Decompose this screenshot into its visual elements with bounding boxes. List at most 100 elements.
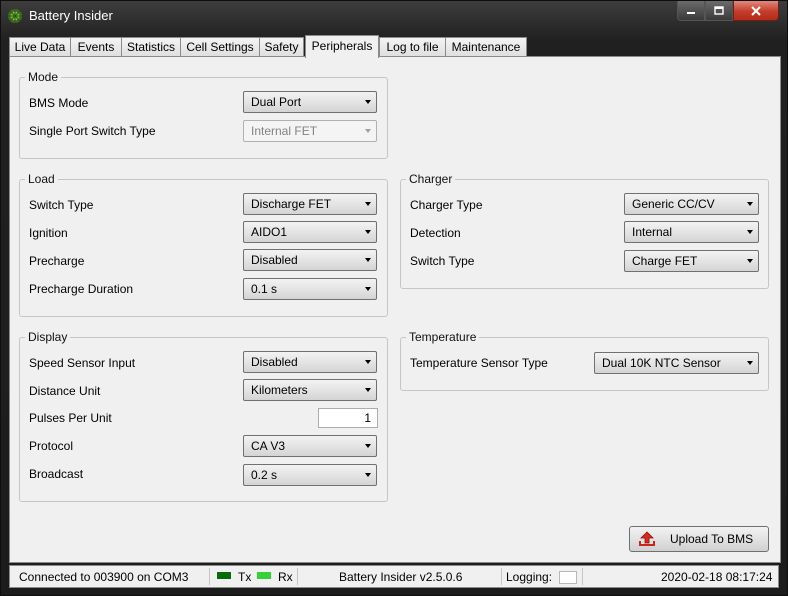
maximize-button[interactable] <box>705 1 733 21</box>
protocol-label: Protocol <box>29 439 74 453</box>
precharge-duration-value: 0.1 s <box>251 282 278 296</box>
chevron-down-icon <box>365 473 371 477</box>
chevron-down-icon <box>365 287 371 291</box>
ignition-dropdown[interactable]: AIDO1 <box>243 221 377 243</box>
speed-sensor-input-dropdown[interactable]: Disabled <box>243 351 377 373</box>
tab-safety[interactable]: Safety <box>259 37 304 57</box>
status-separator <box>297 568 298 585</box>
chevron-down-icon <box>365 129 371 133</box>
tx-label: Tx <box>238 570 252 584</box>
bms-mode-label: BMS Mode <box>29 96 89 110</box>
chevron-down-icon <box>365 360 371 364</box>
chevron-down-icon <box>747 361 753 365</box>
display-legend: Display <box>28 330 68 344</box>
ignition-label: Ignition <box>29 226 68 240</box>
chevron-down-icon <box>365 444 371 448</box>
pulses-per-unit-label: Pulses Per Unit <box>29 411 112 425</box>
window-title: Battery Insider <box>29 8 113 23</box>
precharge-label: Precharge <box>29 254 85 268</box>
chevron-down-icon <box>365 258 371 262</box>
rx-label: Rx <box>278 570 293 584</box>
rx-indicator-icon <box>257 572 271 579</box>
charger-type-dropdown[interactable]: Generic CC/CV <box>624 193 759 215</box>
logging-indicator <box>559 571 577 584</box>
charger-switch-type-label: Switch Type <box>410 254 475 268</box>
temperature-legend: Temperature <box>409 330 477 344</box>
distance-unit-value: Kilometers <box>251 383 308 397</box>
precharge-duration-dropdown[interactable]: 0.1 s <box>243 278 377 300</box>
tx-indicator-icon <box>217 572 231 579</box>
speed-sensor-input-label: Speed Sensor Input <box>29 356 136 370</box>
logging-label: Logging: <box>506 570 553 584</box>
app-logo-icon <box>8 9 22 23</box>
pulses-per-unit-input[interactable]: 1 <box>318 408 378 428</box>
ignition-value: AIDO1 <box>251 225 288 239</box>
maximize-icon <box>714 6 724 15</box>
detection-value: Internal <box>632 225 673 239</box>
temperature-sensor-type-dropdown[interactable]: Dual 10K NTC Sensor <box>594 352 759 374</box>
connection-status: Connected to 003900 on COM3 <box>19 570 189 584</box>
tab-events[interactable]: Events <box>70 37 122 57</box>
chevron-down-icon <box>365 202 371 206</box>
bms-mode-dropdown[interactable]: Dual Port <box>243 91 377 113</box>
temperature-sensor-type-value: Dual 10K NTC Sensor <box>602 356 721 370</box>
detection-label: Detection <box>410 226 461 240</box>
app-window: Battery Insider Live Data Events Statist… <box>0 0 788 596</box>
window-controls <box>677 1 779 21</box>
chevron-down-icon <box>747 230 753 234</box>
tab-statistics[interactable]: Statistics <box>121 37 181 57</box>
status-bar: Connected to 003900 on COM3 Tx Rx Batter… <box>9 565 779 588</box>
single-port-switch-type-dropdown: Internal FET <box>243 120 377 142</box>
minimize-button[interactable] <box>677 1 705 21</box>
precharge-duration-label: Precharge Duration <box>29 282 134 296</box>
single-port-switch-type-label: Single Port Switch Type <box>29 124 156 138</box>
tab-live-data[interactable]: Live Data <box>9 37 71 57</box>
minimize-icon <box>687 11 695 14</box>
status-separator <box>209 568 210 585</box>
protocol-value: CA V3 <box>251 439 286 453</box>
status-separator <box>582 568 583 585</box>
broadcast-label: Broadcast <box>29 467 84 481</box>
close-icon <box>751 5 761 16</box>
single-port-switch-type-value: Internal FET <box>251 124 318 138</box>
charger-type-label: Charger Type <box>410 198 483 212</box>
broadcast-value: 0.2 s <box>251 468 278 482</box>
distance-unit-label: Distance Unit <box>29 384 101 398</box>
charger-type-value: Generic CC/CV <box>632 197 715 211</box>
app-version: Battery Insider v2.5.0.6 <box>339 570 463 584</box>
load-switch-type-value: Discharge FET <box>251 197 332 211</box>
chevron-down-icon <box>365 230 371 234</box>
status-separator <box>501 568 502 585</box>
tab-log-to-file[interactable]: Log to file <box>379 37 446 57</box>
tab-cell-settings[interactable]: Cell Settings <box>180 37 260 57</box>
mode-legend: Mode <box>28 70 59 84</box>
chevron-down-icon <box>747 202 753 206</box>
broadcast-dropdown[interactable]: 0.2 s <box>243 464 377 486</box>
load-switch-type-label: Switch Type <box>29 198 94 212</box>
upload-icon <box>639 531 655 546</box>
close-button[interactable] <box>733 1 779 21</box>
load-legend: Load <box>28 172 55 186</box>
temperature-sensor-type-label: Temperature Sensor Type <box>410 356 548 370</box>
precharge-value: Disabled <box>251 253 298 267</box>
distance-unit-dropdown[interactable]: Kilometers <box>243 379 377 401</box>
bms-mode-value: Dual Port <box>251 95 302 109</box>
mode-group: Mode <box>19 70 388 159</box>
upload-to-bms-button[interactable]: Upload To BMS <box>629 526 769 552</box>
title-bar[interactable]: Battery Insider <box>1 1 787 31</box>
chevron-down-icon <box>365 100 371 104</box>
chevron-down-icon <box>365 388 371 392</box>
protocol-dropdown[interactable]: CA V3 <box>243 435 377 457</box>
tab-peripherals[interactable]: Peripherals <box>305 35 379 58</box>
charger-legend: Charger <box>409 172 453 186</box>
detection-dropdown[interactable]: Internal <box>624 221 759 243</box>
charger-switch-type-dropdown[interactable]: Charge FET <box>624 250 759 272</box>
status-datetime: 2020-02-18 08:17:24 <box>661 570 773 584</box>
precharge-dropdown[interactable]: Disabled <box>243 249 377 271</box>
chevron-down-icon <box>747 259 753 263</box>
load-switch-type-dropdown[interactable]: Discharge FET <box>243 193 377 215</box>
tab-maintenance[interactable]: Maintenance <box>445 37 527 57</box>
charger-switch-type-value: Charge FET <box>632 254 698 268</box>
speed-sensor-input-value: Disabled <box>251 355 298 369</box>
upload-to-bms-label: Upload To BMS <box>670 532 754 546</box>
